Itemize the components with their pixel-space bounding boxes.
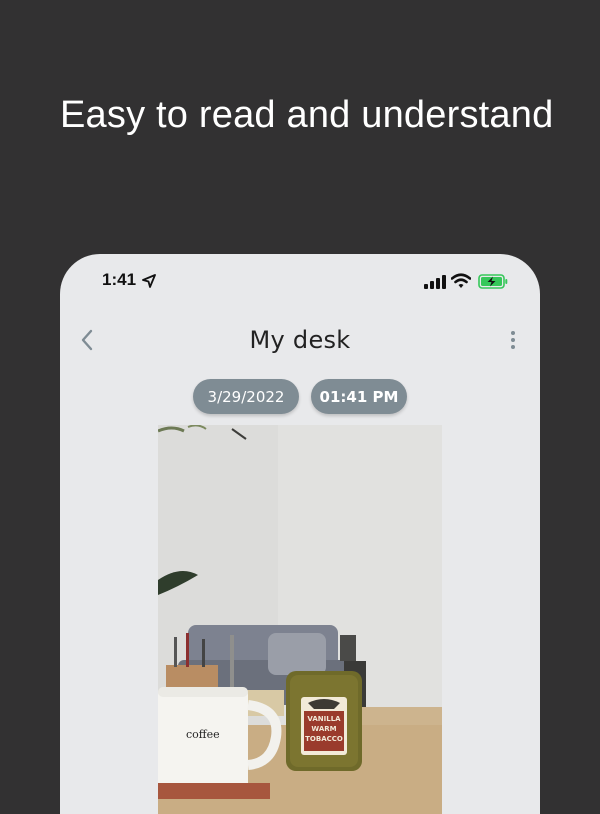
location-arrow-icon bbox=[142, 274, 156, 288]
promo-headline: Easy to read and understand bbox=[60, 94, 554, 136]
time-chip[interactable]: 01:41 PM bbox=[311, 379, 407, 414]
cellular-signal-icon bbox=[424, 275, 446, 289]
candle-label-2: WARM bbox=[311, 725, 336, 733]
phone-screen: 1:41 My desk 3/29/2022 01:41 PM coffee V… bbox=[60, 254, 540, 814]
more-vertical-icon bbox=[511, 331, 515, 349]
date-chip[interactable]: 3/29/2022 bbox=[193, 379, 299, 414]
nav-bar: My desk bbox=[60, 320, 540, 360]
page-title: My desk bbox=[249, 326, 351, 354]
mug-text: coffee bbox=[186, 728, 220, 741]
entry-photo[interactable]: coffee VANILLA WARM TOBACCO bbox=[158, 425, 442, 814]
more-options-button[interactable] bbox=[500, 324, 526, 356]
status-time: 1:41 bbox=[102, 270, 137, 289]
candle-label-3: TOBACCO bbox=[305, 735, 343, 743]
photo-illustration: coffee VANILLA WARM TOBACCO bbox=[158, 425, 442, 814]
entry-meta: 3/29/2022 01:41 PM bbox=[60, 379, 540, 415]
wifi-icon bbox=[451, 273, 471, 288]
battery-charging-icon bbox=[478, 274, 508, 289]
status-bar: 1:41 bbox=[60, 254, 540, 312]
candle-label-1: VANILLA bbox=[307, 715, 341, 723]
